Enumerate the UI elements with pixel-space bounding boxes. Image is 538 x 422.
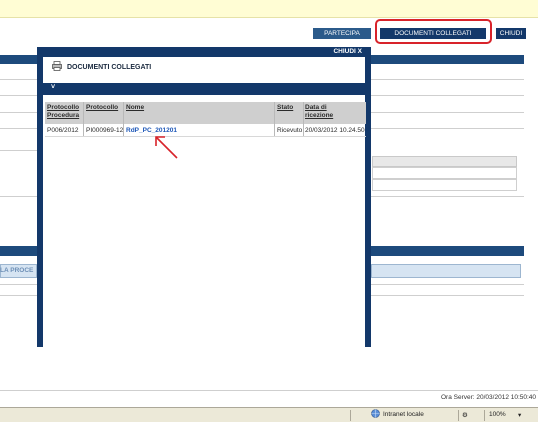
bg-divider xyxy=(0,196,37,197)
bg-row xyxy=(372,179,517,191)
section-bar: ˅ xyxy=(43,83,365,95)
table-row: P006/2012 PI000969-12 RdP_PC_201201 Rice… xyxy=(45,125,366,137)
server-time: Ora Server: 20/03/2012 10:50:40 xyxy=(441,394,537,401)
bg-section-bar-right xyxy=(371,246,524,256)
table-header: Protocollo Procedura Protocollo Nome Sta… xyxy=(45,102,366,124)
col-nome[interactable]: Nome xyxy=(126,104,144,112)
bg-divider xyxy=(371,196,524,197)
bg-divider xyxy=(0,95,37,96)
col-protocollo-procedura[interactable]: Protocollo Procedura xyxy=(47,104,85,120)
zone-label: Intranet locale xyxy=(383,411,424,418)
bg-divider xyxy=(371,128,524,129)
zoom-level[interactable]: 100% xyxy=(489,411,506,418)
status-separator xyxy=(484,410,485,421)
bg-divider xyxy=(0,295,37,296)
partecipa-button[interactable]: PARTECIPA xyxy=(313,28,371,39)
bg-partial-label: LA PROCE xyxy=(0,267,34,274)
globe-icon xyxy=(371,409,380,418)
bg-grey-header xyxy=(372,156,517,167)
cell-data-ricezione: 20/03/2012 10.24.50 xyxy=(305,127,365,134)
documenti-modal: CHIUDI X DOCUMENTI COLLEGATI ˅ Protocoll… xyxy=(37,47,371,347)
bg-divider xyxy=(371,95,524,96)
chiudi-button[interactable]: CHIUDI xyxy=(496,28,526,39)
bg-divider xyxy=(0,390,538,391)
status-separator xyxy=(458,410,459,421)
modal-title: DOCUMENTI COLLEGATI xyxy=(67,64,152,71)
zoom-dropdown-icon[interactable]: ▾ xyxy=(518,411,521,419)
bg-light-bar-right xyxy=(371,264,521,278)
col-protocollo[interactable]: Protocollo xyxy=(86,104,118,112)
bg-divider xyxy=(0,112,37,113)
cell-stato: Ricevuto xyxy=(277,127,303,134)
bg-section-bar-left xyxy=(0,246,37,256)
bg-divider xyxy=(0,128,37,129)
bg-header-bar-right xyxy=(371,55,524,64)
cell-protocollo: PI000969-12 xyxy=(86,127,124,134)
highlight-callout xyxy=(375,19,492,44)
bg-header-bar-left xyxy=(0,55,37,64)
bg-divider xyxy=(0,150,37,151)
bg-divider xyxy=(0,284,37,285)
bg-row xyxy=(372,167,517,179)
printer-icon[interactable] xyxy=(52,61,62,71)
bg-divider xyxy=(371,284,524,285)
bg-divider xyxy=(371,295,524,296)
bg-divider xyxy=(371,79,524,80)
modal-close-button[interactable]: CHIUDI X xyxy=(333,48,362,55)
lock-icon[interactable]: ⚙ xyxy=(462,411,468,419)
bg-divider xyxy=(371,112,524,113)
col-stato[interactable]: Stato xyxy=(277,104,293,112)
modal-header: CHIUDI X xyxy=(43,47,365,57)
col-data-ricezione[interactable]: Data di ricezione xyxy=(305,104,345,120)
info-bar xyxy=(0,0,538,18)
chevron-down-icon[interactable]: ˅ xyxy=(51,84,55,91)
bg-divider xyxy=(0,79,37,80)
annotation-arrow xyxy=(155,136,178,159)
cell-protocollo-procedura: P006/2012 xyxy=(47,127,79,134)
status-separator xyxy=(350,410,351,421)
browser-status-bar: Intranet locale ⚙ 100% ▾ xyxy=(0,407,538,422)
